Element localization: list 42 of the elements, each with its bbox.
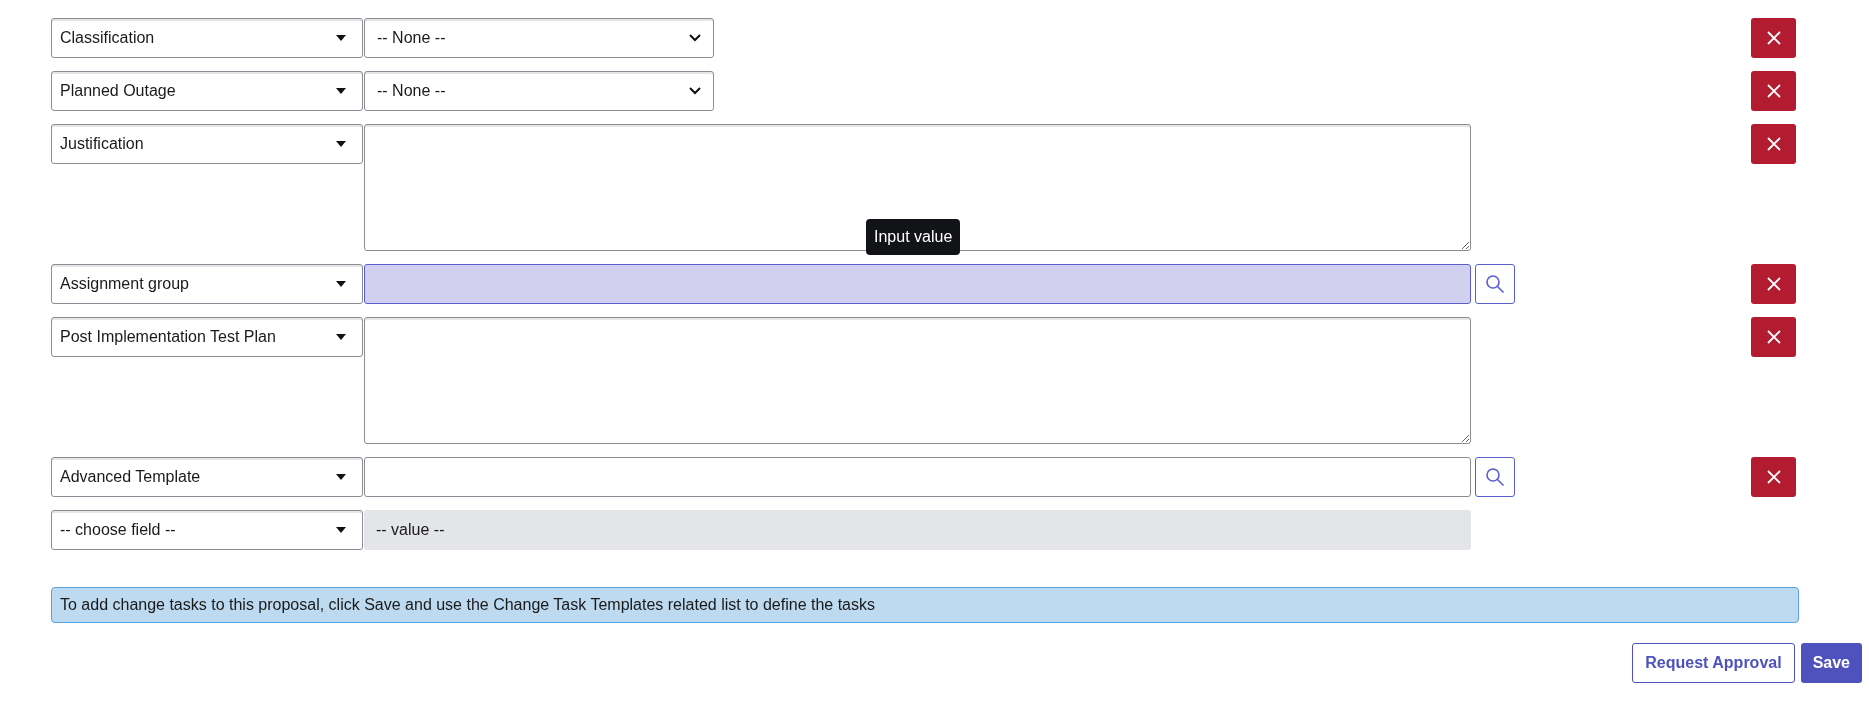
caret-icon — [336, 474, 346, 480]
field-dropdown[interactable]: Assignment group — [51, 264, 363, 304]
search-button[interactable] — [1475, 457, 1515, 497]
text-area[interactable] — [364, 124, 1471, 251]
chevron-down-icon — [689, 87, 701, 95]
field-dropdown[interactable]: Planned Outage — [51, 71, 363, 111]
close-icon — [1766, 84, 1781, 98]
caret-icon — [336, 141, 346, 147]
close-icon — [1766, 137, 1781, 151]
value-dropdown[interactable]: -- None -- — [364, 71, 714, 111]
close-icon — [1766, 330, 1781, 344]
field-dropdown[interactable]: -- choose field -- — [51, 510, 363, 550]
tooltip: Input value — [866, 219, 961, 255]
caret-icon — [336, 281, 346, 287]
save-button[interactable]: Save — [1800, 643, 1862, 683]
reference-input[interactable] — [364, 264, 1471, 304]
caret-icon — [336, 334, 346, 340]
request-approval-button[interactable]: Request Approval — [1632, 643, 1795, 683]
info-message: To add change tasks to this proposal, click Save and use the Change Task Templates related list to define the tasks — [51, 587, 1799, 623]
delete-button[interactable] — [1751, 317, 1796, 357]
reference-input[interactable] — [364, 457, 1471, 497]
delete-button[interactable] — [1751, 71, 1796, 111]
field-dropdown[interactable]: Justification — [51, 124, 363, 164]
delete-button[interactable] — [1751, 264, 1796, 304]
caret-icon — [336, 35, 346, 41]
value-dropdown[interactable]: -- None -- — [364, 18, 714, 58]
delete-button[interactable] — [1751, 124, 1796, 164]
value-field[interactable]: -- value -- — [364, 510, 1471, 550]
close-icon — [1766, 31, 1781, 45]
search-button[interactable] — [1475, 264, 1515, 304]
delete-button[interactable] — [1751, 457, 1796, 497]
field-dropdown[interactable]: Post Implementation Test Plan — [51, 317, 363, 357]
field-dropdown[interactable]: Classification — [51, 18, 363, 58]
chevron-down-icon — [689, 34, 701, 42]
close-icon — [1766, 277, 1781, 291]
caret-icon — [336, 527, 346, 533]
search-icon — [1485, 274, 1505, 294]
caret-icon — [336, 88, 346, 94]
close-icon — [1766, 470, 1781, 484]
field-dropdown[interactable]: Advanced Template — [51, 457, 363, 497]
search-icon — [1485, 467, 1505, 487]
delete-button[interactable] — [1751, 18, 1796, 58]
